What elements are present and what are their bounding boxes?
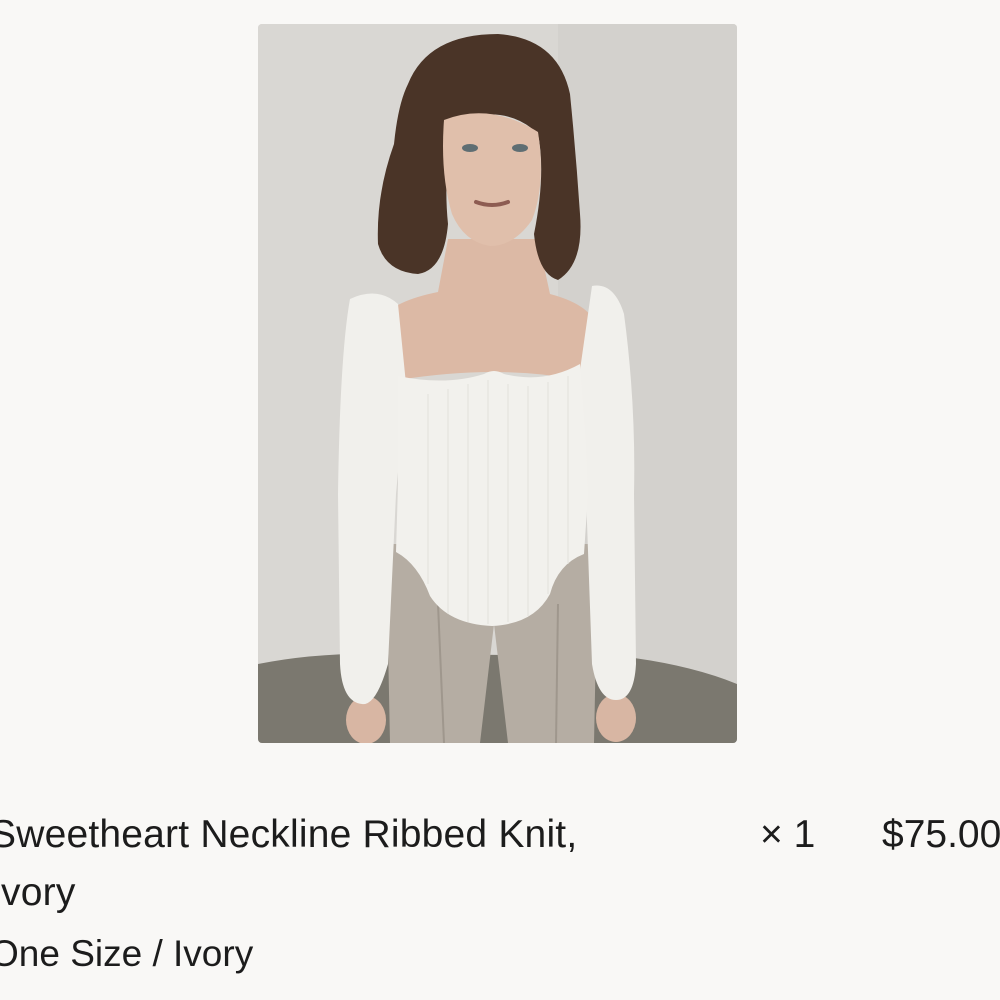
cart-line-item: Sweetheart Neckline Ribbed Knit, Ivory O… <box>0 0 1000 1000</box>
product-variant: One Size / Ivory <box>0 933 254 974</box>
quantity-label: × 1 <box>760 813 816 856</box>
product-name: Sweetheart Neckline Ribbed Knit, Ivory <box>0 813 578 914</box>
line-item-price: $75.00 <box>882 813 1000 856</box>
product-photo-illustration <box>258 24 737 743</box>
product-image[interactable] <box>258 24 737 743</box>
